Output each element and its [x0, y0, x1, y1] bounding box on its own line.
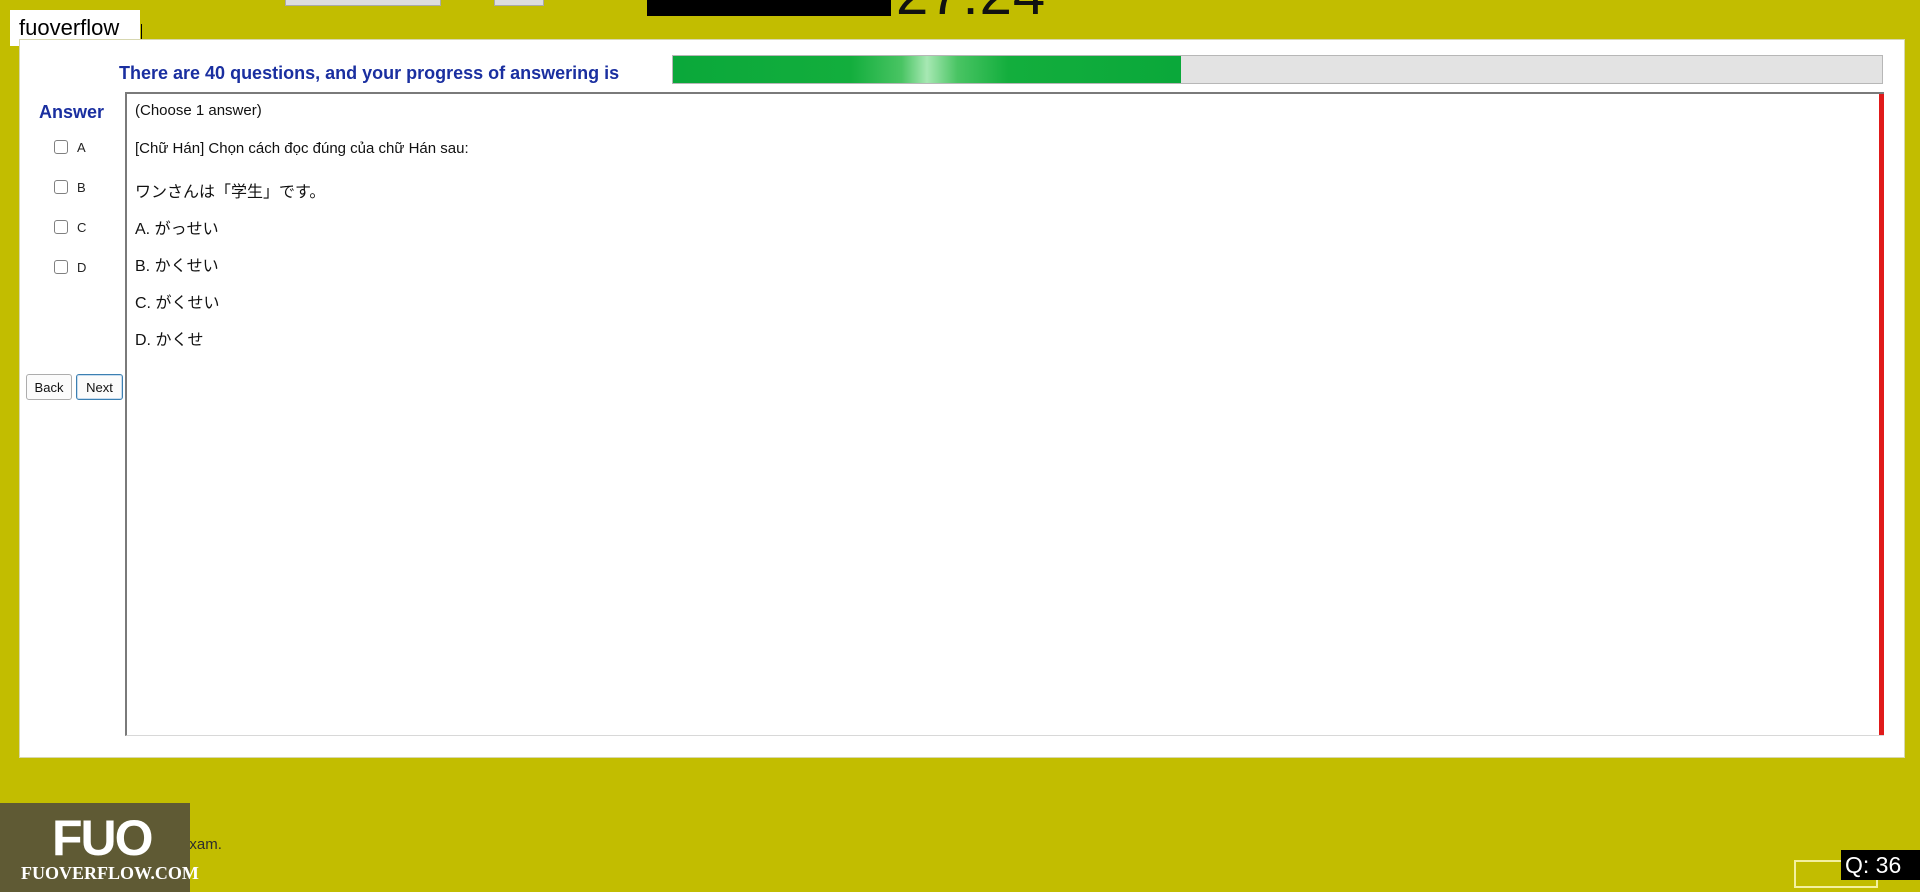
top-combo-box[interactable]: [285, 0, 441, 6]
answer-option-d[interactable]: D: [54, 258, 86, 276]
question-prompt: [Chữ Hán] Chọn cách đọc đúng của chữ Hán…: [135, 140, 469, 157]
exam-timer: 27:24: [896, 0, 1046, 24]
question-instruction: (Choose 1 answer): [135, 102, 262, 119]
site-tag-text: fuoverflow: [19, 15, 120, 40]
back-button[interactable]: Back: [26, 374, 72, 400]
fuoverflow-logo: FUO FUOVERFLOW.COM: [0, 803, 199, 892]
choice-a: A. がっせい: [135, 221, 219, 238]
answer-option-b[interactable]: B: [54, 178, 86, 196]
answer-option-a[interactable]: A: [54, 138, 86, 156]
question-sentence: ワンさんは「学生」です。: [135, 184, 326, 201]
question-content: (Choose 1 answer) [Chữ Hán] Chọn cách đọ…: [125, 92, 1884, 736]
answer-option-c[interactable]: C: [54, 218, 86, 236]
choice-b: B. かくせい: [135, 258, 219, 275]
option-label: B: [77, 179, 86, 195]
progress-text: There are 40 questions, and your progres…: [119, 63, 620, 83]
logo-mark: FUO: [52, 810, 154, 866]
option-label: A: [77, 139, 86, 155]
choice-c: C. がくせい: [135, 295, 220, 312]
scroll-indicator: [1879, 94, 1884, 735]
question-counter: Q: 36: [1841, 850, 1920, 880]
top-black-box: [647, 0, 891, 16]
progress-bar: [672, 55, 1883, 84]
checkbox[interactable]: [54, 220, 68, 234]
logo-url: FUOVERFLOW.COM: [21, 863, 199, 883]
choice-d: D. かくせ: [135, 332, 204, 349]
checkbox[interactable]: [54, 140, 68, 154]
checkbox[interactable]: [54, 180, 68, 194]
next-button[interactable]: Next: [76, 374, 123, 400]
checkbox[interactable]: [54, 260, 68, 274]
progress-fill: [673, 56, 1181, 83]
option-label: C: [77, 219, 87, 235]
top-small-control[interactable]: [494, 0, 544, 6]
answer-title: Answer: [39, 102, 105, 122]
option-label: D: [77, 259, 87, 275]
